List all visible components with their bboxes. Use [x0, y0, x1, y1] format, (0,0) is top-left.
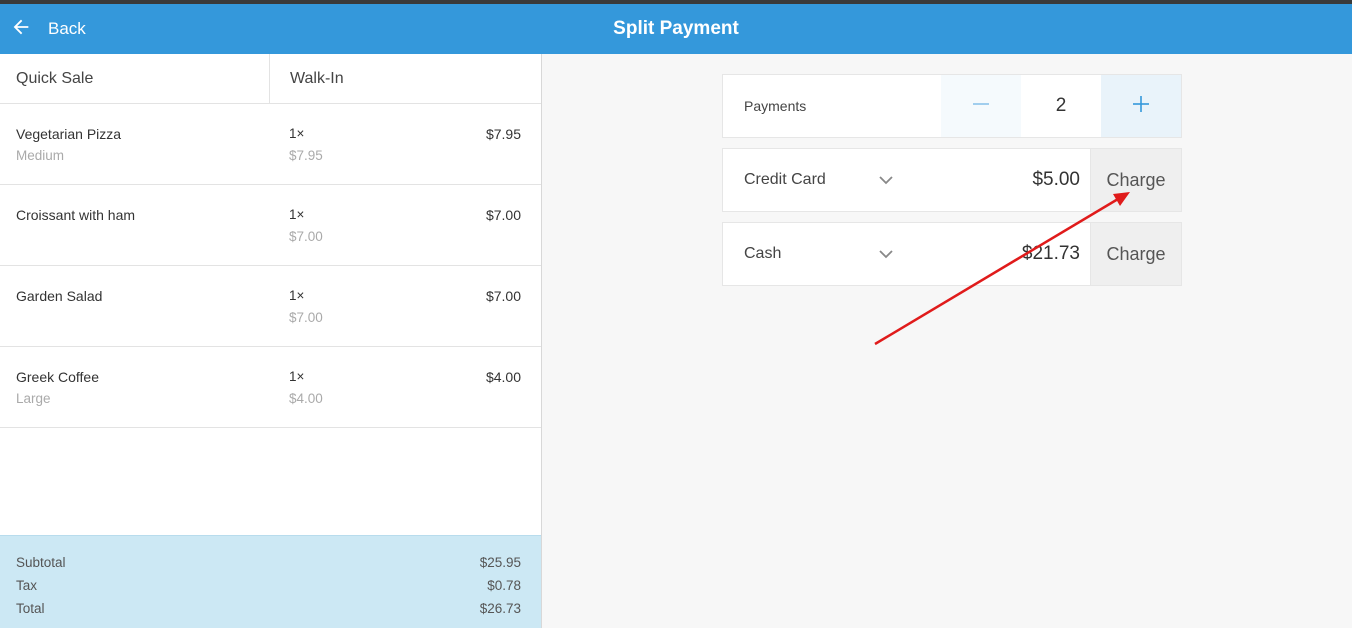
payments-label: Payments [744, 98, 807, 114]
tax-row: Tax $0.78 [0, 575, 541, 598]
order-item[interactable]: Croissant with ham 1× $7.00 $7.00 [0, 185, 541, 266]
back-label: Back [48, 19, 86, 38]
payment-amount[interactable]: $5.00 [1032, 149, 1080, 211]
payment-method-select[interactable]: Credit Card [744, 149, 826, 211]
item-unit-price: $4.00 [289, 391, 323, 406]
payment-amount[interactable]: $21.73 [1022, 223, 1080, 285]
chevron-down-icon[interactable] [877, 171, 895, 189]
item-modifier: Medium [16, 148, 65, 163]
customer-tab[interactable]: Walk-In [270, 54, 344, 104]
item-qty: 1× [289, 288, 305, 303]
increase-payments-button[interactable] [1101, 75, 1181, 137]
payments-count-panel: Payments 2 [722, 74, 1182, 138]
item-qty: 1× [289, 207, 305, 222]
payment-row: Cash $21.73 Charge [722, 222, 1182, 286]
page-title: Split Payment [613, 18, 739, 39]
tax-value: $0.78 [487, 578, 521, 593]
subtotal-value: $25.95 [479, 555, 521, 570]
decrease-payments-button[interactable] [941, 75, 1021, 137]
order-totals: Subtotal $25.95 Tax $0.78 Total $26.73 [0, 535, 541, 628]
charge-button[interactable]: Charge [1090, 148, 1182, 212]
payments-count: 2 [1055, 95, 1067, 116]
subtotal-label: Subtotal [16, 555, 66, 570]
order-header: Quick Sale Walk-In [0, 54, 541, 104]
arrow-left-icon [10, 16, 32, 43]
item-qty: 1× [289, 369, 305, 384]
minus-icon [971, 94, 991, 119]
item-unit-price: $7.95 [289, 148, 323, 163]
item-unit-price: $7.00 [289, 229, 323, 244]
item-price: $4.00 [485, 369, 521, 385]
item-name: Garden Salad [16, 288, 103, 304]
payment-method-select[interactable]: Cash [744, 223, 781, 285]
item-price: $7.95 [485, 126, 521, 142]
tax-label: Tax [16, 578, 38, 593]
order-item[interactable]: Garden Salad 1× $7.00 $7.00 [0, 266, 541, 347]
app-header: Back Split Payment [0, 4, 1352, 54]
order-panel: Quick Sale Walk-In Vegetarian Pizza Medi… [0, 54, 542, 628]
item-modifier: Large [16, 391, 51, 406]
item-unit-price: $7.00 [289, 310, 323, 325]
total-label: Total [16, 601, 45, 616]
item-price: $7.00 [485, 207, 521, 223]
total-row: Total $26.73 [0, 598, 541, 621]
subtotal-row: Subtotal $25.95 [0, 552, 541, 575]
item-name: Greek Coffee [16, 369, 100, 385]
order-item[interactable]: Greek Coffee Large 1× $4.00 $4.00 [0, 347, 541, 428]
item-name: Croissant with ham [16, 207, 136, 223]
item-name: Vegetarian Pizza [16, 126, 122, 142]
chevron-down-icon[interactable] [877, 245, 895, 263]
item-qty: 1× [289, 126, 305, 141]
payment-row: Credit Card $5.00 Charge [722, 148, 1182, 212]
order-item[interactable]: Vegetarian Pizza Medium 1× $7.95 $7.95 [0, 104, 541, 185]
plus-icon [1131, 94, 1151, 119]
charge-button[interactable]: Charge [1090, 222, 1182, 286]
back-button[interactable]: Back [10, 4, 86, 54]
sale-type-tab[interactable]: Quick Sale [0, 54, 270, 104]
total-value: $26.73 [479, 601, 521, 616]
item-price: $7.00 [485, 288, 521, 304]
